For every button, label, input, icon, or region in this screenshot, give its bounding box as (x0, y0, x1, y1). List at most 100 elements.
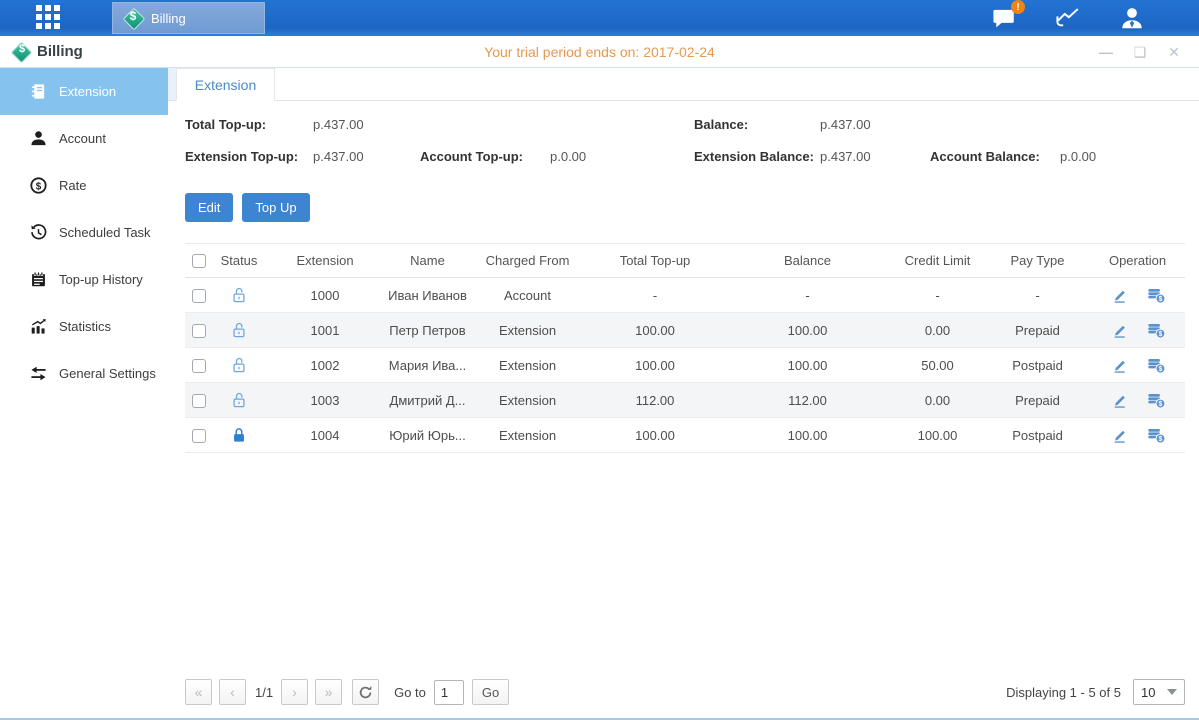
table-row: 1002 Мария Ива... Extension 100.00 100.0… (185, 348, 1185, 383)
edit-button[interactable]: Edit (185, 193, 233, 222)
top-up-row-icon[interactable]: $ (1147, 286, 1166, 305)
sidebar-item-general-settings[interactable]: General Settings (0, 350, 168, 397)
sidebar-item-label: Rate (59, 178, 86, 193)
sidebar-item-topup-history[interactable]: Top-up History (0, 256, 168, 303)
top-up-row-icon[interactable]: $ (1147, 391, 1166, 410)
sidebar-item-extension[interactable]: Extension (0, 68, 168, 115)
main-content: Extension Total Top-up: p.437.00 Balance… (168, 68, 1199, 718)
taskbar-icons: ! (989, 5, 1199, 31)
cell-balance: 100.00 (725, 313, 890, 348)
total-topup-label: Total Top-up: (185, 117, 266, 132)
prev-page-button[interactable]: ‹ (219, 679, 246, 705)
cell-credit-limit: 0.00 (890, 313, 985, 348)
tab-extension[interactable]: Extension (176, 68, 275, 101)
cell-charged-from: Account (470, 278, 585, 313)
balance-value: p.437.00 (820, 117, 871, 132)
sidebar-item-scheduled-task[interactable]: Scheduled Task (0, 209, 168, 256)
taskbar-billing-tab[interactable]: $ Billing (112, 2, 265, 34)
cell-pay-type: - (985, 278, 1090, 313)
sidebar-item-label: Statistics (59, 319, 111, 334)
goto-page-input[interactable] (434, 680, 464, 705)
row-checkbox[interactable] (192, 289, 206, 303)
table-row: 1000 Иван Иванов Account - - - - $ (185, 278, 1185, 313)
lock-status-icon (230, 426, 248, 441)
edit-row-icon[interactable] (1110, 426, 1129, 445)
sidebar-item-rate[interactable]: $ Rate (0, 162, 168, 209)
row-checkbox[interactable] (192, 429, 206, 443)
maximize-icon[interactable]: ❑ (1133, 45, 1147, 59)
cell-balance: 100.00 (725, 418, 890, 453)
cell-balance: 100.00 (725, 348, 890, 383)
cell-pay-type: Postpaid (985, 348, 1090, 383)
extension-table: Status Extension Name Charged From Total… (185, 243, 1185, 453)
account-balance-value: p.0.00 (1060, 149, 1096, 164)
cell-name: Петр Петров (385, 313, 470, 348)
edit-row-icon[interactable] (1110, 321, 1129, 340)
extension-topup-value: p.437.00 (313, 149, 364, 164)
top-up-row-icon[interactable]: $ (1147, 321, 1166, 340)
sidebar-item-label: Top-up History (59, 272, 143, 287)
total-topup-value: p.437.00 (313, 117, 364, 132)
cell-pay-type: Prepaid (985, 313, 1090, 348)
col-charged-from: Charged From (470, 244, 585, 278)
cell-extension: 1004 (265, 418, 385, 453)
tab-strip: Extension (168, 68, 1199, 101)
sidebar-item-statistics[interactable]: Statistics (0, 303, 168, 350)
svg-text:$: $ (1158, 331, 1162, 338)
row-checkbox[interactable] (192, 359, 206, 373)
cell-total-topup: 100.00 (585, 313, 725, 348)
app-menu-icon[interactable] (36, 5, 62, 31)
svg-text:$: $ (1158, 436, 1162, 443)
page-size-value: 10 (1141, 685, 1155, 700)
cell-credit-limit: 50.00 (890, 348, 985, 383)
cell-charged-from: Extension (470, 383, 585, 418)
select-all-checkbox[interactable] (192, 254, 206, 268)
col-operation: Operation (1090, 244, 1185, 278)
go-button[interactable]: Go (472, 679, 509, 705)
page-size-select[interactable]: 10 (1133, 679, 1185, 705)
top-up-row-icon[interactable]: $ (1147, 426, 1166, 445)
cell-name: Иван Иванов (385, 278, 470, 313)
general-settings-arrows-icon (30, 365, 47, 382)
row-checkbox[interactable] (192, 394, 206, 408)
refresh-button[interactable] (352, 679, 379, 705)
window-title: Billing (37, 43, 83, 60)
edit-row-icon[interactable] (1110, 391, 1129, 410)
edit-row-icon[interactable] (1110, 356, 1129, 375)
lock-status-icon (230, 356, 248, 371)
table-row: 1001 Петр Петров Extension 100.00 100.00… (185, 313, 1185, 348)
cell-name: Мария Ива... (385, 348, 470, 383)
cell-extension: 1002 (265, 348, 385, 383)
cell-charged-from: Extension (470, 418, 585, 453)
first-page-button[interactable]: « (185, 679, 212, 705)
next-page-button[interactable]: › (281, 679, 308, 705)
edit-row-icon[interactable] (1110, 286, 1129, 305)
window-controls: — ❑ ✕ (1099, 45, 1199, 59)
sidebar-item-label: Account (59, 131, 106, 146)
user-account-icon[interactable] (1117, 5, 1147, 31)
pagination-bar: « ‹ 1/1 › » Go to Go Displaying 1 - 5 of… (168, 679, 1199, 718)
top-up-button[interactable]: Top Up (242, 193, 309, 222)
cell-extension: 1003 (265, 383, 385, 418)
cell-charged-from: Extension (470, 348, 585, 383)
minimize-icon[interactable]: — (1099, 45, 1113, 59)
cell-extension: 1000 (265, 278, 385, 313)
scheduled-task-clock-icon (30, 224, 47, 241)
balance-label: Balance: (694, 117, 748, 132)
trial-notice: Your trial period ends on: 2017-02-24 (0, 44, 1199, 60)
page-indicator: 1/1 (255, 685, 273, 700)
close-icon[interactable]: ✕ (1167, 45, 1181, 59)
cell-pay-type: Prepaid (985, 383, 1090, 418)
billing-window-icon: $ (12, 43, 30, 61)
col-balance: Balance (725, 244, 890, 278)
extension-topup-label: Extension Top-up: (185, 149, 298, 164)
messages-icon[interactable]: ! (989, 5, 1019, 31)
goto-label: Go to (394, 685, 426, 700)
sidebar-item-account[interactable]: Account (0, 115, 168, 162)
top-up-row-icon[interactable]: $ (1147, 356, 1166, 375)
row-checkbox[interactable] (192, 324, 206, 338)
resource-monitor-icon[interactable] (1053, 5, 1083, 31)
last-page-button[interactable]: » (315, 679, 342, 705)
refresh-icon (358, 685, 373, 700)
table-row: 1003 Дмитрий Д... Extension 112.00 112.0… (185, 383, 1185, 418)
